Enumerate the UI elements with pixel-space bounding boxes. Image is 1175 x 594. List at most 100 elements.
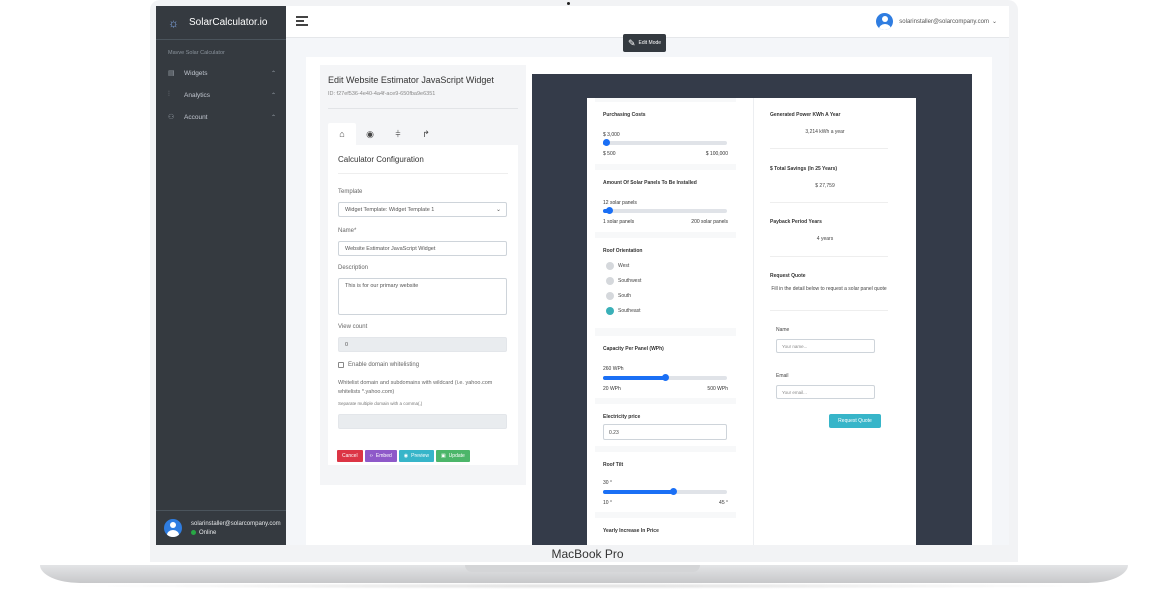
screen: ☼ SolarCalculator.io Mavve Solar Calcula… [156,6,1009,545]
chevron-down-icon: ⌄ [495,207,501,213]
divider [328,108,518,109]
preview-button[interactable]: ◉ Preview [398,450,434,462]
radio-southwest[interactable]: Southwest [606,277,641,285]
section-title: Yearly Increase In Price [603,528,659,534]
editor-tabs: ⌂ ◉ ⫩ ↱ [328,123,518,145]
view-count-label: View count [338,324,368,330]
radio-checked-icon [606,307,614,315]
template-select[interactable]: Widget Template: Widget Template 1 ⌄ [338,202,507,217]
electricity-price-input[interactable]: 0.23 [603,424,727,440]
request-quote-label: Request Quote [838,418,872,424]
sidebar-item-account[interactable]: ⚇ Account ⌃ [156,106,286,128]
sidebar-section-title: Mavve Solar Calculator [168,50,225,56]
slider-handle[interactable] [606,207,614,214]
power-title: Generated Power KWh A Year [770,112,841,118]
whitelist-hint: Separate multiple domain with a comma(,) [338,401,423,406]
eye-icon: ◉ [403,453,409,459]
quote-title: Request Quote [770,273,806,279]
online-dot-icon [191,530,196,535]
slider-max: 200 solar panels [691,219,728,225]
slider-handle[interactable] [670,488,678,495]
avatar [876,13,894,30]
roof-tilt-section: Roof Tilt 30 ° 10 ° 45 ° [595,452,736,512]
update-label: Update [448,453,465,459]
slider-max: 45 ° [719,500,728,506]
radio-southeast[interactable]: Southeast [606,307,641,315]
embed-label: Embed [375,453,392,459]
description-value: This is for our primary website [345,283,419,289]
savings-title: $ Total Savings (In 25 Years) [770,166,838,172]
update-button[interactable]: ▣ Update [435,450,470,462]
request-quote-button[interactable]: Request Quote [829,414,881,428]
roof-tilt-slider[interactable] [603,488,727,495]
slider-value: 30 ° [603,480,612,486]
description-textarea[interactable]: This is for our primary website [338,278,507,315]
template-label: Template [338,189,363,195]
quote-email-input[interactable]: Your email... [776,385,875,399]
name-field[interactable]: Website Estimator JavaScript Widget [338,241,507,256]
chevron-down-icon: ⌄ [991,19,997,25]
purchasing-costs-slider[interactable] [602,139,727,146]
code-icon: ‹› [369,453,373,459]
action-buttons: Cancel ‹› Embed ◉ Preview ▣ Update [337,450,470,462]
user-menu[interactable]: solarinstaller@solarcompany.com ⌄ [876,13,997,30]
radio-south[interactable]: South [606,292,631,300]
radio-west[interactable]: West [606,262,629,270]
power-value: 3,214 kWh a year [805,129,845,135]
configuration-form: Calculator Configuration Template Widget… [328,145,518,465]
slider-min: 10 ° [603,500,612,506]
calculator-inputs: Purchasing Costs $ 3,000 $ 500 $ 100,000… [595,98,736,545]
sidebar-item-widgets[interactable]: ▤ Widgets ⌃ [156,62,286,84]
top-user-email: solarinstaller@solarcompany.com [899,18,989,25]
slider-fill [603,376,665,380]
section-title: Roof Orientation [603,248,643,254]
laptop-notch [465,565,700,572]
edit-mode-button[interactable]: ✎ Edit Mode [623,34,667,52]
sidebar: ☼ SolarCalculator.io Mavve Solar Calcula… [156,6,286,545]
brand[interactable]: ☼ SolarCalculator.io [156,6,286,40]
slider-value: 12 solar panels [603,200,637,206]
whitelist-checkbox[interactable]: Enable domain whitelisting [338,362,419,368]
eye-icon: ◉ [366,128,374,139]
sidebar-item-label: Analytics [184,91,211,99]
laptop-shadow [60,583,1110,589]
capacity-section: Capacity Per Panel (WPh) 260 WPh 20 WPh … [595,336,736,398]
payback-title: Payback Period Years [770,219,822,225]
slider-handle[interactable] [602,139,610,146]
quote-email-placeholder: Your email... [782,390,807,395]
share-icon: ↱ [422,128,430,139]
sidebar-item-label: Account [184,113,208,121]
slider-min: $ 500 [603,151,616,157]
device-label: MacBook Pro [551,547,624,561]
cancel-button[interactable]: Cancel [337,450,363,462]
widget-id: ID: f27ef536-4e40-4a4f-ace9-650fba9e6351 [328,91,436,97]
tab-preview[interactable]: ◉ [356,123,384,145]
chevron-up-icon: ⌃ [270,70,276,77]
slider-handle[interactable] [661,374,669,381]
purchasing-costs-section: Purchasing Costs $ 3,000 $ 500 $ 100,000 [595,102,736,164]
radio-label: West [618,263,630,269]
divider [770,148,888,149]
view-count-field: 0 [338,337,507,352]
sun-icon: ☼ [168,15,179,30]
tab-home[interactable]: ⌂ [328,123,356,145]
quote-name-input[interactable]: Your name... [776,339,875,353]
tab-share[interactable]: ↱ [412,123,440,145]
embed-button[interactable]: ‹› Embed [364,450,397,462]
divider [770,202,888,203]
menu-toggle-icon[interactable] [296,16,308,26]
section-title: Amount Of Solar Panels To Be Installed [603,180,697,186]
slider-value: $ 3,000 [603,132,620,138]
yearly-increase-section: Yearly Increase In Price [595,518,736,545]
quote-description: Fill in the detail below to request a so… [771,286,887,292]
payback-value: 4 years [816,236,834,242]
slider-max: $ 100,000 [705,151,728,157]
sidebar-user-panel[interactable]: solarinstaller@solarcompany.com Online [156,510,286,545]
sidebar-item-analytics[interactable]: ⫶ Analytics ⌃ [156,84,286,106]
users-icon: ⚇ [168,114,175,121]
main-content: Edit Website Estimator JavaScript Widget… [306,57,992,545]
roof-orientation-section: Roof Orientation West Southwest South So… [595,238,736,328]
solar-panels-slider[interactable] [603,207,727,214]
capacity-slider[interactable] [603,374,727,381]
tab-settings[interactable]: ⫩ [384,123,412,145]
